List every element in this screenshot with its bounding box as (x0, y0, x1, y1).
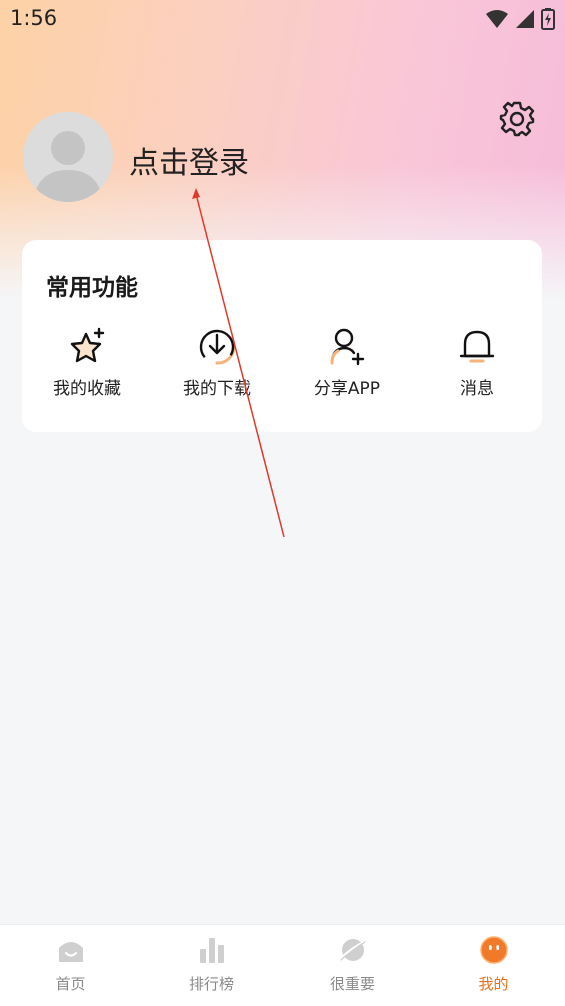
battery-icon (541, 8, 555, 30)
features-card: 常用功能 我的收藏 我的下载 分享APP 消息 (22, 240, 542, 432)
tab-label: 排行榜 (188, 975, 234, 993)
bar-chart-icon (199, 938, 224, 963)
status-icons (485, 8, 555, 30)
feature-messages[interactable]: 消息 (412, 326, 542, 399)
status-time: 1:56 (10, 6, 58, 30)
feature-label: 消息 (460, 379, 494, 399)
tab-ranking[interactable]: 排行榜 (141, 935, 282, 994)
tab-home[interactable]: 首页 (0, 935, 141, 994)
tab-mine[interactable]: 我的 (423, 935, 564, 994)
features-card-title: 常用功能 (46, 275, 138, 301)
tab-label: 很重要 (329, 975, 375, 993)
bottom-tab-bar: 首页 排行榜 很重要 我的 (0, 924, 565, 1006)
tab-label: 首页 (55, 975, 86, 993)
settings-gear-icon[interactable] (498, 100, 536, 138)
default-avatar-icon (23, 112, 113, 202)
bell-icon (459, 330, 495, 363)
login-prompt[interactable]: 点击登录 (129, 138, 249, 182)
feature-downloads[interactable]: 我的下载 (152, 326, 282, 399)
face-icon (479, 936, 508, 964)
feature-favorites[interactable]: 我的收藏 (22, 326, 152, 399)
status-bar: 1:56 (0, 0, 565, 40)
star-plus-icon (70, 327, 105, 363)
planet-icon (338, 939, 367, 961)
tab-label: 我的 (478, 975, 509, 993)
feature-label: 分享APP (313, 379, 381, 399)
avatar[interactable] (23, 112, 113, 202)
home-icon (58, 942, 83, 962)
cell-signal-icon (516, 10, 534, 28)
feature-label: 我的下载 (183, 379, 251, 399)
feature-share-app[interactable]: 分享APP (282, 326, 412, 399)
download-icon (199, 329, 236, 365)
add-user-icon (330, 328, 365, 366)
feature-label: 我的收藏 (53, 379, 121, 399)
tab-important[interactable]: 很重要 (282, 935, 423, 994)
wifi-icon (486, 10, 508, 28)
